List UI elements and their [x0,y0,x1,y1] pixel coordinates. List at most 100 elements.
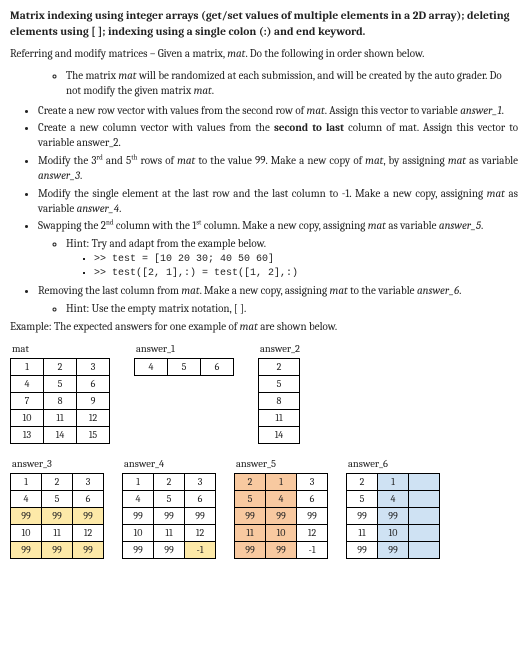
table-cell: 4 [11,490,42,507]
table-cell: 3 [297,473,328,490]
table-cell: 12 [73,524,104,541]
table-cell: 11 [347,524,378,541]
table-cell: 4 [266,490,297,507]
table-cell: 11 [154,524,185,541]
table-cell: 99 [73,541,104,558]
table-cell: 11 [235,524,266,541]
table-cell: 11 [42,524,73,541]
table-cell: 10 [378,524,409,541]
table-cell: 7 [11,392,44,409]
table-cell: 5 [44,375,77,392]
table-cell-empty [409,524,440,541]
table-cell: 10 [11,524,42,541]
table-cell: 6 [73,490,104,507]
table-cell: -1 [185,541,216,558]
table-cell: 15 [77,426,110,443]
table-cell: 11 [44,409,77,426]
table-cell: 5 [235,490,266,507]
table-cell: 2 [235,473,266,490]
table-cell: 99 [123,541,154,558]
table-cell: 99 [11,541,42,558]
table-cell: 99 [347,507,378,524]
bullet-answer6: Removing the last column from mat. Make … [38,283,518,316]
table-cell: 1 [266,473,297,490]
table-cell: 12 [185,524,216,541]
table-cell: 6 [185,490,216,507]
bullet-answer4: Modify the single element at the last ro… [38,186,518,217]
table-cell: 9 [77,392,110,409]
table-cell: 10 [11,409,44,426]
table-cell: -1 [297,541,328,558]
example-intro: Example: The expected answers for one ex… [10,320,518,335]
table-cell: 99 [235,541,266,558]
table-cell: 99 [154,507,185,524]
table-cell: 4 [123,490,154,507]
table-cell: 10 [123,524,154,541]
table-cell: 99 [73,507,104,524]
hint-swap: Hint: Try and adapt from the example bel… [66,236,518,251]
table-cell: 99 [42,541,73,558]
hint-empty: Hint: Use the empty matrix notation, [ ]… [66,301,518,316]
table-cell: 1 [123,473,154,490]
table-cell: 99 [297,507,328,524]
table-cell: 99 [235,507,266,524]
table-cell: 1 [11,473,42,490]
table-cell: 8 [44,392,77,409]
table-cell: 99 [123,507,154,524]
table-cell-empty [409,507,440,524]
table-answer4: answer_4 1234569999991011129999-1 [122,458,216,559]
table-answer1: answer_1 456 [134,343,234,376]
table-cell: 2 [347,473,378,490]
table-cell: 4 [135,358,168,375]
table-cell: 99 [378,507,409,524]
table-cell: 11 [259,409,300,426]
code-line-2: >> test([2, 1],:) = test([1, 2],:) [94,267,518,281]
table-cell: 13 [11,426,44,443]
table-cell: 4 [378,490,409,507]
table-cell: 12 [297,524,328,541]
table-cell: 2 [154,473,185,490]
table-cell-empty [409,541,440,558]
table-cell: 1 [11,358,44,375]
table-cell: 6 [77,375,110,392]
table-cell-empty [409,473,440,490]
table-cell: 5 [42,490,73,507]
table-cell: 99 [154,541,185,558]
table-cell: 12 [77,409,110,426]
table-cell: 99 [266,541,297,558]
table-cell: 99 [42,507,73,524]
code-line-1: >> test = [10 20 30; 40 50 60] [94,253,518,267]
bullet-answer5: Swapping the 2nd column with the 1st col… [38,218,518,281]
table-cell: 5 [168,358,201,375]
table-cell: 99 [11,507,42,524]
table-answer2: answer_2 2581114 [258,343,300,444]
page-title: Matrix indexing using integer arrays (ge… [10,8,518,39]
bullet-answer2: Create a new column vector with values f… [38,120,518,151]
table-cell: 3 [77,358,110,375]
table-cell: 8 [259,392,300,409]
table-cell: 5 [347,490,378,507]
table-cell: 6 [201,358,234,375]
table-cell: 14 [44,426,77,443]
table-cell: 2 [42,473,73,490]
table-cell: 3 [185,473,216,490]
table-answer3: answer_3 123456999999101112999999 [10,458,104,559]
bullet-answer1: Create a new row vector with values from… [38,103,518,118]
table-cell-empty [409,490,440,507]
table-cell: 99 [378,541,409,558]
table-cell: 99 [347,541,378,558]
table-cell: 2 [44,358,77,375]
table-cell: 1 [378,473,409,490]
table-cell: 5 [259,375,300,392]
table-answer5: answer_5 2135469999991110129999-1 [234,458,328,559]
intro-paragraph: Referring and modify matrices – Given a … [10,47,518,62]
table-cell: 2 [259,358,300,375]
bullet-answer3: Modify the 3rd and 5th rows of mat to th… [38,153,518,184]
table-answer6: answer_6 2154999911109999 [346,458,440,559]
note-randomized: The matrix mat will be randomized at eac… [66,68,518,99]
table-cell: 99 [266,507,297,524]
table-cell: 14 [259,426,300,443]
table-cell: 6 [297,490,328,507]
table-mat: mat 123456789101112131415 [10,343,110,444]
table-cell: 3 [73,473,104,490]
